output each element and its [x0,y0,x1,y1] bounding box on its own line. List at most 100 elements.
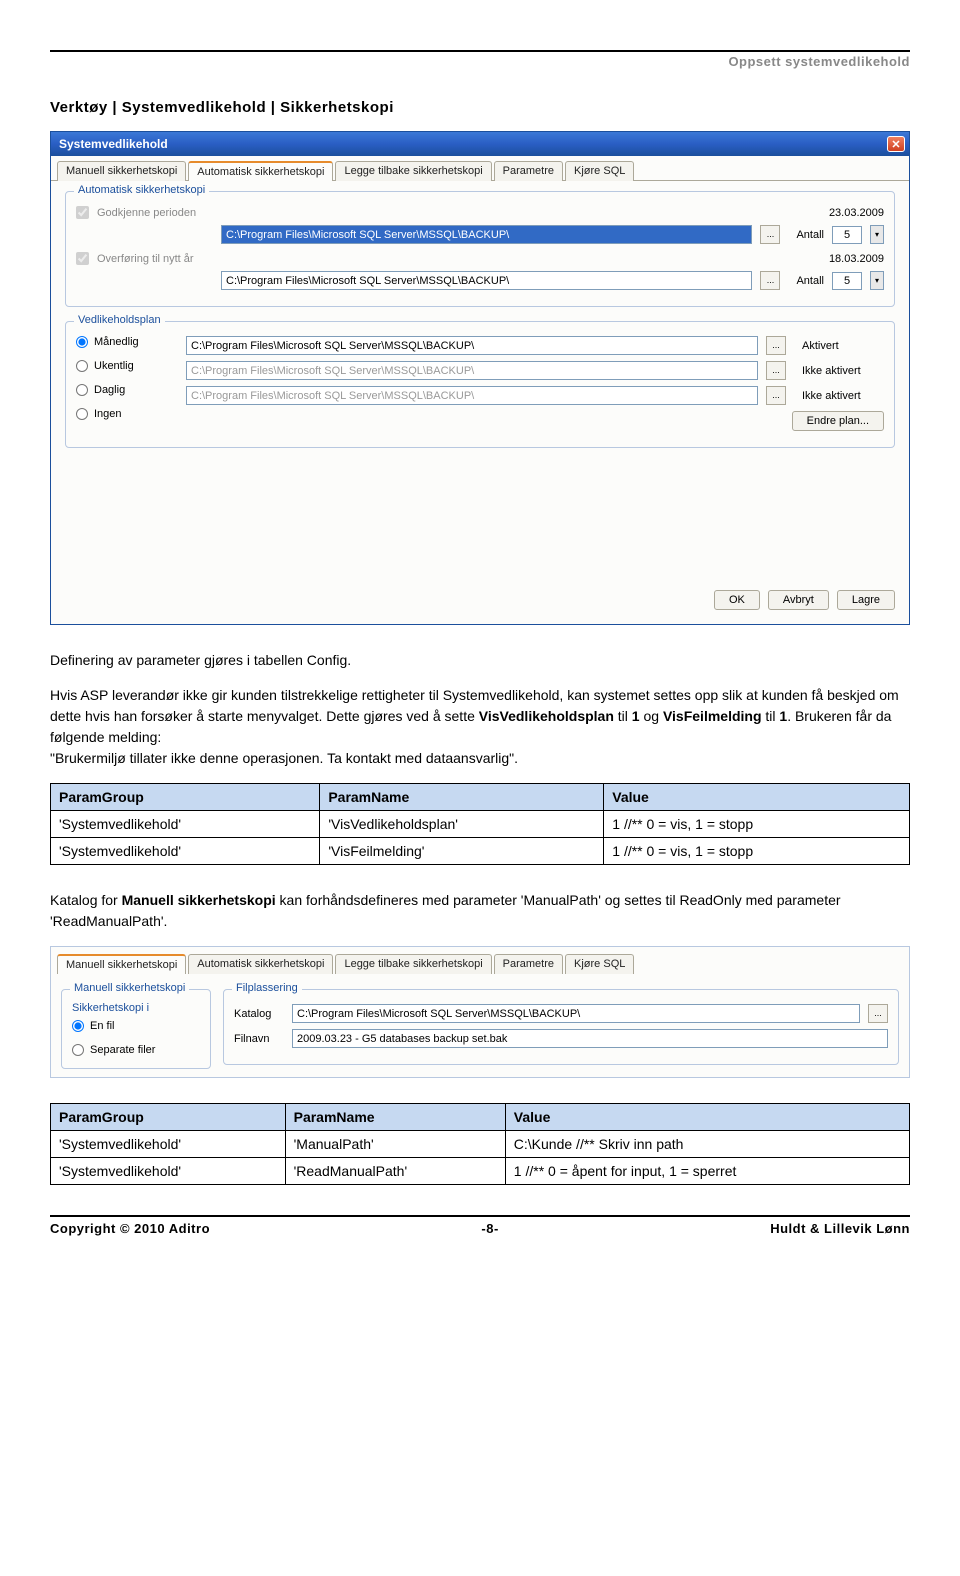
plan-path-1[interactable] [186,336,758,355]
radio-separate-label: Separate filer [90,1044,155,1056]
radio-daglig[interactable] [76,384,88,396]
plan-browse-2[interactable]: ... [766,361,786,380]
tab-bar-2: Manuell sikkerhetskopi Automatisk sikker… [51,947,909,973]
tab-parametre[interactable]: Parametre [494,161,563,181]
plan-browse-1[interactable]: ... [766,336,786,355]
katalog-label: Katalog [234,1008,284,1020]
t1-h1: ParamGroup [51,784,320,811]
godkjenne-label: Godkjenne perioden [97,207,217,219]
t2-r1c1: 'Systemvedlikehold' [51,1131,286,1158]
antall-1-value[interactable]: 5 [832,226,862,244]
status-2: Ikke aktivert [794,365,884,377]
godkjenne-checkbox[interactable] [76,206,89,219]
manuell-window: Manuell sikkerhetskopi Automatisk sikker… [50,946,910,1078]
breadcrumb: Verktøy | Systemvedlikehold | Sikkerhets… [50,99,910,116]
antall-2-dropdown[interactable]: ▾ [870,271,884,290]
overforing-checkbox[interactable] [76,252,89,265]
overforing-label: Overføring til nytt år [97,253,217,265]
t1-r2c1: 'Systemvedlikehold' [51,838,320,865]
radio-manedlig[interactable] [76,336,88,348]
filplassering-legend: Filplassering [232,982,302,994]
t2-r2c2: 'ReadManualPath' [285,1158,505,1185]
page-header: Oppsett systemvedlikehold [50,54,910,69]
ok-button[interactable]: OK [714,590,760,610]
t2-r2c3: 1 //** 0 = åpent for input, 1 = sperret [505,1158,909,1185]
plan-path-3[interactable] [186,386,758,405]
footer-left: Copyright © 2010 Aditro [50,1221,210,1236]
close-button[interactable]: ✕ [887,136,905,152]
tab-legge-tilbake[interactable]: Legge tilbake sikkerhetskopi [335,161,491,181]
t2-r1c3: C:\Kunde //** Skriv inn path [505,1131,909,1158]
para-2: Hvis ASP leverandør ikke gir kunden tils… [50,685,910,769]
radio-manedlig-label: Månedlig [94,336,139,348]
tab-manuell[interactable]: Manuell sikkerhetskopi [57,161,186,181]
tab2-parametre[interactable]: Parametre [494,954,563,974]
katalog-browse[interactable]: ... [868,1004,888,1023]
lagre-button[interactable]: Lagre [837,590,895,610]
radio-separate[interactable] [72,1044,84,1056]
footer-right: Huldt & Lillevik Lønn [770,1221,910,1236]
status-3: Ikke aktivert [794,390,884,402]
t2-h3: Value [505,1104,909,1131]
date-1: 23.03.2009 [814,207,884,219]
auto-legend: Automatisk sikkerhetskopi [74,184,209,196]
radio-ukentlig-label: Ukentlig [94,360,134,372]
t2-r2c1: 'Systemvedlikehold' [51,1158,286,1185]
manuell-legend: Manuell sikkerhetskopi [70,982,189,994]
auto-backup-fieldset: Automatisk sikkerhetskopi Godkjenne peri… [65,191,895,307]
radio-daglig-label: Daglig [94,384,125,396]
radio-en-fil-label: En fil [90,1020,114,1032]
t2-h2: ParamName [285,1104,505,1131]
endre-plan-button[interactable]: Endre plan... [792,411,884,431]
date-2: 18.03.2009 [814,253,884,265]
t1-h2: ParamName [320,784,604,811]
t2-h1: ParamGroup [51,1104,286,1131]
filnavn-input[interactable] [292,1029,888,1048]
tab2-automatisk[interactable]: Automatisk sikkerhetskopi [188,954,333,974]
browse-2-button[interactable]: ... [760,271,780,290]
window-title: Systemvedlikehold [55,137,887,151]
path-2-input[interactable] [221,271,752,290]
t1-h3: Value [604,784,910,811]
tab-kjore-sql[interactable]: Kjøre SQL [565,161,634,181]
radio-column: Månedlig Ukentlig Daglig Ingen [76,336,176,437]
tab2-legge-tilbake[interactable]: Legge tilbake sikkerhetskopi [335,954,491,974]
sikkerhetskopi-i: Sikkerhetskopi i [72,1002,200,1014]
plan-browse-3[interactable]: ... [766,386,786,405]
t1-r1c3: 1 //** 0 = vis, 1 = stopp [604,811,910,838]
filnavn-label: Filnavn [234,1033,284,1045]
tab2-kjore-sql[interactable]: Kjøre SQL [565,954,634,974]
antall-1-label: Antall [796,229,824,241]
plan-path-2[interactable] [186,361,758,380]
close-icon: ✕ [891,138,900,151]
t1-r2c3: 1 //** 0 = vis, 1 = stopp [604,838,910,865]
header-rule [50,50,910,52]
para-1: Definering av parameter gjøres i tabelle… [50,650,910,671]
browse-1-button[interactable]: ... [760,225,780,244]
t2-r1c2: 'ManualPath' [285,1131,505,1158]
param-table-1: ParamGroupParamNameValue 'Systemvedlikeh… [50,783,910,865]
antall-1-dropdown[interactable]: ▾ [870,225,884,244]
avbryt-button[interactable]: Avbryt [768,590,829,610]
tab-bar: Manuell sikkerhetskopi Automatisk sikker… [51,156,909,181]
katalog-input[interactable] [292,1004,860,1023]
antall-2-value[interactable]: 5 [832,272,862,290]
footer-center: -8- [481,1221,498,1236]
radio-ingen[interactable] [76,408,88,420]
path-1-input[interactable] [221,225,752,244]
titlebar: Systemvedlikehold ✕ [51,132,909,156]
radio-ukentlig[interactable] [76,360,88,372]
t1-r1c1: 'Systemvedlikehold' [51,811,320,838]
page-footer: Copyright © 2010 Aditro -8- Huldt & Lill… [50,1215,910,1236]
radio-ingen-label: Ingen [94,408,122,420]
antall-2-label: Antall [796,275,824,287]
t1-r1c2: 'VisVedlikeholdsplan' [320,811,604,838]
tab2-manuell[interactable]: Manuell sikkerhetskopi [57,954,186,974]
plan-fieldset: Vedlikeholdsplan Månedlig Ukentlig Dagli… [65,321,895,448]
systemvedlikehold-window: Systemvedlikehold ✕ Manuell sikkerhetsko… [50,131,910,625]
para-3: Katalog for Manuell sikkerhetskopi kan f… [50,890,910,932]
tab-automatisk[interactable]: Automatisk sikkerhetskopi [188,161,333,181]
plan-legend: Vedlikeholdsplan [74,314,165,326]
t1-r2c2: 'VisFeilmelding' [320,838,604,865]
radio-en-fil[interactable] [72,1020,84,1032]
